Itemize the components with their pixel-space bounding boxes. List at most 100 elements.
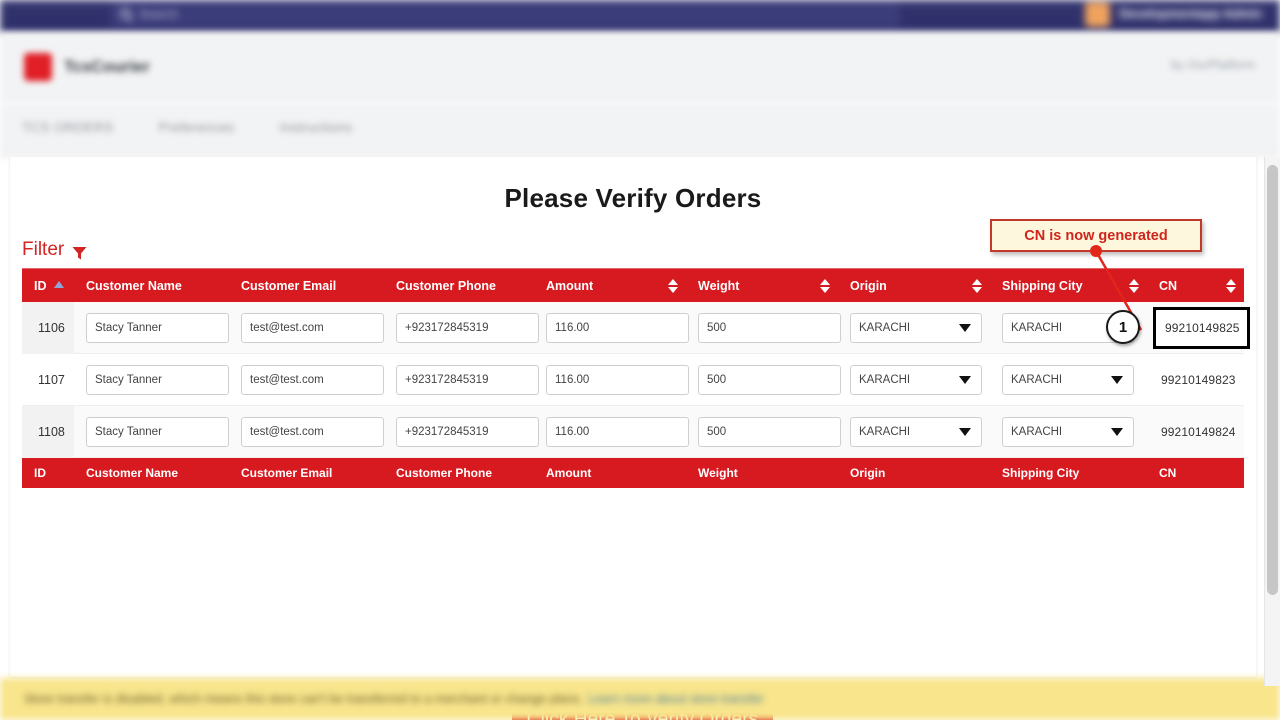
column-header-customer-email-label: Customer Email [241,278,337,293]
customer-phone-field[interactable] [396,312,539,343]
nav-list: TCS ORDERS Preferences Instructions [22,120,352,135]
avatar [1085,1,1111,27]
weight-field[interactable] [698,416,841,447]
customer-name-field[interactable] [86,364,229,395]
brand[interactable]: TcsCourier [24,53,150,81]
footer-header-cn: CN [1159,466,1177,480]
shipping-city-value: KARACHI [1011,321,1063,334]
annotation-marker-1: 1 [1106,310,1140,344]
chevron-down-icon [959,323,971,332]
footer-header-customer-email: Customer Email [241,466,333,480]
column-header-id-label: ID [34,278,47,293]
cell-shipping-city: KARACHI [990,406,1147,458]
column-header-cn[interactable]: CN [1147,269,1244,302]
origin-value: KARACHI [859,425,911,438]
shipping-city-value: KARACHI [1011,373,1063,386]
nav-item-tcs-orders[interactable]: TCS ORDERS [22,120,114,135]
column-header-origin[interactable]: Origin [838,269,990,302]
scrollbar-thumb[interactable] [1267,165,1278,595]
cell-id: 1106 [22,301,74,354]
shipping-city-select[interactable]: KARACHI [1002,416,1134,447]
cell-customer-name [74,302,229,354]
amount-field[interactable] [546,312,689,343]
column-header-customer-name-label: Customer Name [86,278,182,293]
customer-email-field[interactable] [241,312,384,343]
origin-select[interactable]: KARACHI [850,312,982,343]
store-transfer-banner: Store transfer is disabled, which means … [0,678,1280,720]
column-header-shipping-city[interactable]: Shipping City [990,269,1147,302]
origin-select[interactable]: KARACHI [850,416,982,447]
search-placeholder: Search [139,6,179,21]
app-screen: Search Developmentapp Admin TcsCourier b… [0,0,1280,720]
column-header-origin-label: Origin [850,278,887,293]
column-header-id[interactable]: ID [22,269,74,302]
byline: by OurPlatform [1170,58,1255,72]
customer-email-field[interactable] [241,364,384,395]
table-row: 1107 KARACHI [22,354,1244,406]
filter-label: Filter [22,239,65,260]
origin-value: KARACHI [859,321,911,334]
column-header-weight[interactable]: Weight [686,269,838,302]
brand-logo-icon [24,53,52,81]
search-input[interactable]: Search [110,0,900,27]
customer-name-field[interactable] [86,312,229,343]
nav-item-preferences[interactable]: Preferences [159,120,235,135]
weight-field[interactable] [698,312,841,343]
cell-customer-email [229,302,384,354]
filter-button[interactable]: Filter [22,239,87,261]
customer-name-field[interactable] [86,416,229,447]
shipping-city-select[interactable]: KARACHI [1002,364,1134,395]
cell-amount [534,406,689,458]
sort-toggle-icon[interactable] [971,278,982,293]
column-header-customer-name[interactable]: Customer Name [74,269,229,302]
account-menu[interactable]: Developmentapp Admin [1085,0,1262,28]
brand-name: TcsCourier [64,57,150,76]
cell-customer-phone [384,406,539,458]
top-admin-bar-inner: Search Developmentapp Admin [0,0,1280,33]
table-row: 1106 KARACHI [22,301,1250,354]
customer-phone-field[interactable] [396,416,539,447]
sort-toggle-icon[interactable] [667,278,678,293]
origin-select[interactable]: KARACHI [850,364,982,395]
cn-value: 99210149823 [1161,372,1236,387]
amount-field[interactable] [546,364,689,395]
cell-origin: KARACHI [838,354,990,406]
footer-header-customer-phone: Customer Phone [396,466,493,480]
column-header-customer-phone[interactable]: Customer Phone [384,269,534,302]
annotation-callout-text: CN is now generated [1024,227,1168,244]
column-header-cn-label: CN [1159,278,1178,293]
nav-item-instructions[interactable]: Instructions [280,120,353,135]
search-icon [120,8,131,19]
column-header-amount[interactable]: Amount [534,269,686,302]
cell-customer-phone [384,354,539,406]
chevron-down-icon [1111,427,1123,436]
column-header-customer-email[interactable]: Customer Email [229,269,384,302]
cell-customer-email [229,354,384,406]
sort-toggle-icon[interactable] [819,278,830,293]
footer-header-customer-name: Customer Name [86,466,179,480]
sort-toggle-icon[interactable] [1128,278,1139,293]
banner-text: Store transfer is disabled, which means … [24,692,583,706]
customer-email-field[interactable] [241,416,384,447]
cell-customer-phone [384,302,539,354]
origin-value: KARACHI [859,373,911,386]
table-row: 1108 KARACHI [22,405,1244,458]
cell-origin: KARACHI [838,406,990,458]
cell-origin: KARACHI [838,302,990,354]
footer-header-origin: Origin [850,466,886,480]
sort-toggle-icon[interactable] [1225,278,1236,293]
page-title: Please Verify Orders [504,183,762,213]
cell-weight [686,302,841,354]
cn-value: 99210149824 [1161,424,1236,439]
account-name: Developmentapp Admin [1119,7,1262,21]
cell-customer-email [229,406,384,458]
banner-learn-more-link[interactable]: Learn more about store transfer [588,692,764,706]
customer-phone-field[interactable] [396,364,539,395]
cn-highlight-box: 99210149825 [1153,306,1250,349]
footer-header-shipping-city: Shipping City [1002,466,1080,480]
footer-header-amount: Amount [546,466,592,480]
weight-field[interactable] [698,364,841,395]
cell-weight [686,354,841,406]
amount-field[interactable] [546,416,689,447]
top-admin-bar: Search Developmentapp Admin [0,0,1280,33]
